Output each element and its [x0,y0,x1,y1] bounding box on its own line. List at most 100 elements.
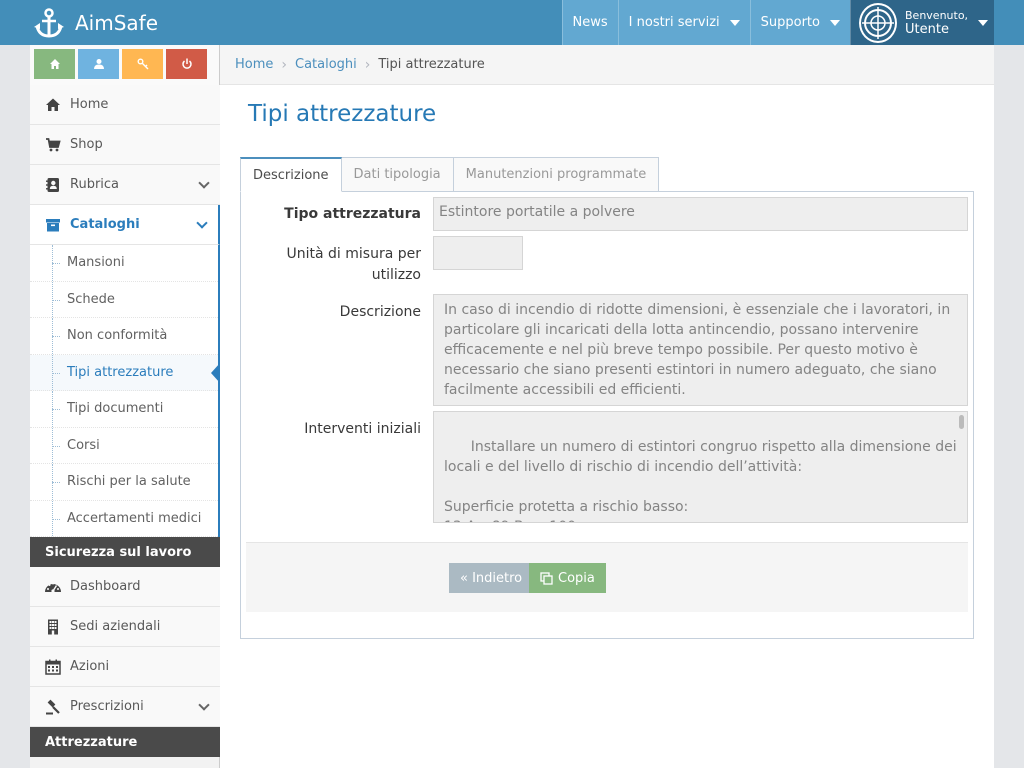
user-icon [93,59,104,69]
unita-misura-label: Unità di misura per utilizzo [286,246,422,283]
submenu-item-non-conformita[interactable]: Non conformità [30,318,218,355]
sidebar-item-cataloghi[interactable]: Cataloghi [30,205,220,245]
sidebar-item-label: Shop [70,137,103,152]
submenu-item-label: Tipi documenti [67,401,164,417]
submenu-item-label: Schede [67,291,115,307]
descrizione-label: Descrizione [339,304,421,320]
nav-news-label: News [572,15,608,30]
power-icon [181,58,192,69]
contacts-icon [46,177,59,192]
submenu-item-mansioni[interactable]: Mansioni [30,245,218,282]
breadcrumb-home-link[interactable]: Home [235,57,273,72]
calendar-icon [45,659,61,675]
copy-icon [540,571,553,585]
nav-servizi-label: I nostri servizi [628,15,720,30]
tab-descrizione[interactable]: Descrizione [240,157,342,192]
sidebar-item-label: Dashboard [70,579,141,594]
sidebar-item-azioni[interactable]: Azioni [30,647,220,687]
sidebar-item-label: Prescrizioni [70,699,144,714]
shortcut-power-button[interactable] [166,49,207,79]
avatar [859,2,897,43]
cart-icon [46,137,61,151]
dashboard-icon [45,582,61,593]
back-button[interactable]: « Indietro [449,563,534,593]
sidebar-item-label: Cataloghi [70,217,140,232]
tipo-attrezzatura-field[interactable]: Estintore portatile a polvere [433,197,968,231]
nav-supporto-label: Supporto [760,15,820,30]
sidebar-item-dashboard[interactable]: Dashboard [30,567,220,607]
unita-misura-field[interactable] [433,236,523,270]
breadcrumb-current: Tipi attrezzature [378,57,485,72]
tipo-attrezzatura-label: Tipo attrezzatura [284,206,421,222]
nav-news[interactable]: News [561,0,618,45]
app-title: AimSafe [75,10,159,35]
main-content: Home › Cataloghi › Tipi attrezzature Tip… [220,45,994,768]
chevron-right-icon: › [281,56,287,73]
copy-button-label: Copia [558,570,595,586]
back-button-label: « Indietro [460,570,523,586]
anchor-icon [34,7,64,38]
descrizione-textarea[interactable]: In caso di incendio di ridotte dimension… [433,294,968,406]
submenu-item-schede[interactable]: Schede [30,281,218,318]
shortcut-user-button[interactable] [78,49,119,79]
submenu-item-accertamenti-medici[interactable]: Accertamenti medici [30,500,218,537]
caret-down-icon [830,19,840,26]
chevron-down-icon [196,217,208,229]
home-icon [49,59,60,69]
cataloghi-submenu: Mansioni Schede Non conformità Tipi attr… [30,245,220,537]
form-actions: « Indietro Copia [246,542,968,612]
chevron-right-icon: › [364,56,371,73]
sidebar-item-shop[interactable]: Shop [30,125,220,165]
user-menu[interactable]: Benvenuto, Utente [850,0,994,45]
submenu-item-corsi[interactable]: Corsi [30,427,218,464]
tab-content-descrizione: Tipo attrezzatura Estintore portatile a … [240,191,974,639]
submenu-item-label: Accertamenti medici [67,510,202,526]
breadcrumb: Home › Cataloghi › Tipi attrezzature [220,45,994,85]
sidebar-item-home[interactable]: Home [30,85,220,125]
shortcut-home-button[interactable] [34,49,75,79]
sidebar: Home Shop Rubrica Cataloghi Mansioni Sch… [30,45,220,768]
home-icon [46,98,60,111]
chevron-down-icon [198,177,210,189]
interventi-iniziali-label: Interventi iniziali [304,421,421,437]
submenu-item-tipi-attrezzature[interactable]: Tipi attrezzature [30,354,220,391]
caret-down-icon [978,19,989,26]
submenu-item-label: Non conformità [67,328,168,344]
crosshair-icon [862,6,894,39]
textarea-scrollbar[interactable] [959,415,964,429]
breadcrumb-cataloghi-link[interactable]: Cataloghi [295,57,357,72]
active-pointer [211,362,220,383]
tab-dati-tipologia[interactable]: Dati tipologia [340,157,454,192]
sidebar-item-label: Home [70,97,109,112]
sidebar-item-label: Rubrica [70,177,120,192]
submenu-item-label: Corsi [67,437,100,453]
submenu-item-label: Rischi per la salute [67,474,191,490]
sidebar-item-label: Azioni [70,659,110,674]
nav-servizi-dropdown[interactable]: I nostri servizi [617,0,750,45]
interventi-iniziali-textarea[interactable]: Installare un numero di estintori congru… [433,411,968,523]
sidebar-item-sedi-aziendali[interactable]: Sedi aziendali [30,607,220,647]
gavel-icon [46,699,60,714]
user-welcome: Benvenuto, [905,8,969,22]
chevron-down-icon [198,699,210,711]
shortcut-key-button[interactable] [122,49,163,79]
submenu-item-tipi-documenti[interactable]: Tipi documenti [30,391,218,428]
section-header-attrezzature: Attrezzature [30,727,220,757]
archive-icon [46,218,60,231]
tab-label: Descrizione [253,167,329,183]
tab-bar: Descrizione Dati tipologia Manutenzioni … [240,157,660,192]
page-title: Tipi attrezzature [248,101,437,127]
sidebar-nav: Home Shop Rubrica Cataloghi Mansioni Sch… [30,85,220,757]
tab-manutenzioni-programmate[interactable]: Manutenzioni programmate [452,157,660,192]
caret-down-icon [729,19,740,26]
building-icon [48,619,58,634]
sidebar-item-prescrizioni[interactable]: Prescrizioni [30,687,220,727]
brand[interactable]: AimSafe [32,0,158,45]
nav-supporto-dropdown[interactable]: Supporto [749,0,850,45]
sidebar-item-rubrica[interactable]: Rubrica [30,165,220,205]
submenu-item-rischi-salute[interactable]: Rischi per la salute [30,464,218,501]
top-navbar: AimSafe News I nostri servizi Supporto B… [0,0,1024,45]
copy-button[interactable]: Copia [529,563,606,593]
user-name: Utente [905,21,949,37]
key-icon [137,58,148,70]
